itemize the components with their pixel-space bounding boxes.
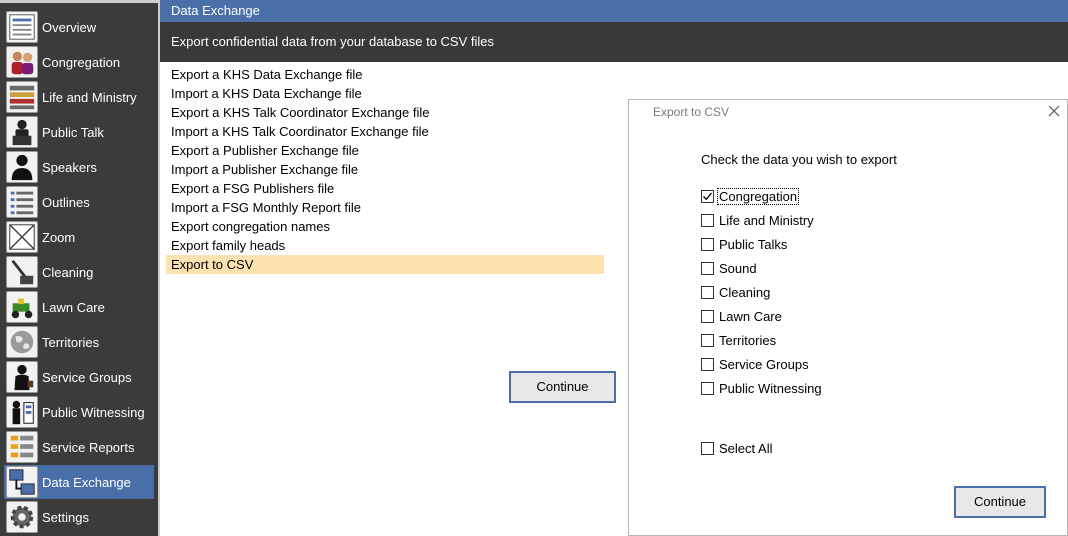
data-exchange-icon bbox=[6, 466, 38, 498]
checkbox-congregation[interactable]: Congregation bbox=[701, 187, 800, 205]
sidebar-item-label: Settings bbox=[42, 509, 89, 525]
checkbox-sound[interactable]: Sound bbox=[701, 259, 758, 277]
task-export-congregation-names[interactable]: Export congregation names bbox=[166, 217, 604, 236]
public-witnessing-icon bbox=[6, 396, 38, 428]
checkbox-label: Public Witnessing bbox=[719, 380, 822, 396]
task-export-fsg-publishers[interactable]: Export a FSG Publishers file bbox=[166, 179, 604, 198]
checkbox-service-groups[interactable]: Service Groups bbox=[701, 355, 810, 373]
checkbox-label: Service Groups bbox=[719, 356, 809, 372]
checkbox-box[interactable] bbox=[701, 237, 714, 251]
checkbox-box[interactable] bbox=[701, 333, 714, 347]
sidebar-item-label: Life and Ministry bbox=[42, 89, 137, 105]
sidebar-item-label: Territories bbox=[42, 334, 100, 350]
sidebar-item-label: Congregation bbox=[42, 54, 121, 70]
checkbox-label: Sound bbox=[719, 260, 757, 276]
sidebar-top-border bbox=[0, 0, 158, 3]
checkbox-box[interactable] bbox=[701, 285, 714, 299]
checkbox-public-talks[interactable]: Public Talks bbox=[701, 235, 788, 253]
checkbox-label: Cleaning bbox=[719, 284, 771, 300]
checkbox-box[interactable] bbox=[701, 261, 714, 275]
checkbox-cleaning[interactable]: Cleaning bbox=[701, 283, 771, 301]
sidebar-item-label: Speakers bbox=[42, 159, 97, 175]
checkbox-box[interactable] bbox=[701, 381, 714, 395]
sidebar-item-label: Public Talk bbox=[42, 124, 104, 140]
life-ministry-icon bbox=[6, 81, 38, 113]
sidebar-item-zoom[interactable]: Zoom bbox=[4, 220, 154, 254]
checkbox-label: Public Talks bbox=[719, 236, 788, 252]
sidebar-item-congregation[interactable]: Congregation bbox=[4, 45, 154, 79]
dialog-prompt: Check the data you wish to export bbox=[701, 152, 897, 167]
public-talk-icon bbox=[6, 116, 38, 148]
sidebar-item-cleaning[interactable]: Cleaning bbox=[4, 255, 154, 289]
page-subtitle: Export confidential data from your datab… bbox=[160, 22, 1068, 62]
dialog-continue-button[interactable]: Continue bbox=[954, 486, 1046, 518]
sidebar-item-service-reports[interactable]: Service Reports bbox=[4, 430, 154, 464]
task-import-khs-talk-coordinator[interactable]: Import a KHS Talk Coordinator Exchange f… bbox=[166, 122, 604, 141]
speakers-icon bbox=[6, 151, 38, 183]
zoom-icon bbox=[6, 221, 38, 253]
checkbox-box[interactable] bbox=[701, 213, 714, 227]
checkbox-life-and-ministry[interactable]: Life and Ministry bbox=[701, 211, 815, 229]
task-export-khs-talk-coordinator[interactable]: Export a KHS Talk Coordinator Exchange f… bbox=[166, 103, 604, 122]
settings-icon bbox=[6, 501, 38, 533]
sidebar-item-label: Overview bbox=[42, 19, 97, 35]
sidebar-item-public-talk[interactable]: Public Talk bbox=[4, 115, 154, 149]
task-import-fsg-monthly-report[interactable]: Import a FSG Monthly Report file bbox=[166, 198, 604, 217]
page-title: Data Exchange bbox=[160, 0, 1068, 22]
sidebar-item-service-groups[interactable]: Service Groups bbox=[4, 360, 154, 394]
sidebar-item-outlines[interactable]: Outlines bbox=[4, 185, 154, 219]
sidebar-item-label: Service Reports bbox=[42, 439, 135, 455]
task-export-family-heads[interactable]: Export family heads bbox=[166, 236, 604, 255]
sidebar-item-label: Zoom bbox=[42, 229, 76, 245]
sidebar-item-label: Outlines bbox=[42, 194, 90, 210]
task-import-publisher-exchange[interactable]: Import a Publisher Exchange file bbox=[166, 160, 604, 179]
checkbox-territories[interactable]: Territories bbox=[701, 331, 777, 349]
service-groups-icon bbox=[6, 361, 38, 393]
sidebar-item-lawn-care[interactable]: Lawn Care bbox=[4, 290, 154, 324]
task-export-publisher-exchange[interactable]: Export a Publisher Exchange file bbox=[166, 141, 604, 160]
sidebar-item-territories[interactable]: Territories bbox=[4, 325, 154, 359]
outlines-icon bbox=[6, 186, 38, 218]
task-export-to-csv[interactable]: Export to CSV bbox=[166, 255, 604, 274]
task-list: Export a KHS Data Exchange file Import a… bbox=[166, 65, 604, 274]
checkbox-box[interactable] bbox=[701, 357, 714, 371]
cleaning-icon bbox=[6, 256, 38, 288]
checkbox-box[interactable] bbox=[701, 309, 714, 323]
sidebar-item-label: Service Groups bbox=[42, 369, 132, 385]
sidebar-item-label: Data Exchange bbox=[42, 474, 131, 490]
dialog-title: Export to CSV bbox=[653, 105, 730, 119]
sidebar: Overview Congregation Life and Ministry … bbox=[0, 0, 160, 536]
overview-icon bbox=[6, 11, 38, 43]
checkbox-label: Congregation bbox=[716, 187, 800, 205]
checkbox-label: Life and Ministry bbox=[719, 212, 814, 228]
checkbox-lawn-care[interactable]: Lawn Care bbox=[701, 307, 783, 325]
checkbox-label: Territories bbox=[719, 332, 777, 348]
territories-icon bbox=[6, 326, 38, 358]
sidebar-item-settings[interactable]: Settings bbox=[4, 500, 154, 534]
checkbox-box[interactable] bbox=[701, 189, 714, 203]
export-csv-dialog: Export to CSV Check the data you wish to… bbox=[628, 99, 1068, 536]
checkbox-box[interactable] bbox=[701, 441, 714, 455]
continue-button[interactable]: Continue bbox=[509, 371, 616, 403]
checkbox-label: Lawn Care bbox=[719, 308, 782, 324]
sidebar-item-public-witnessing[interactable]: Public Witnessing bbox=[4, 395, 154, 429]
check-icon bbox=[703, 192, 713, 200]
sidebar-item-overview[interactable]: Overview bbox=[4, 10, 154, 44]
checkbox-public-witnessing[interactable]: Public Witnessing bbox=[701, 379, 823, 397]
checkbox-label: Select All bbox=[719, 440, 773, 456]
sidebar-item-label: Lawn Care bbox=[42, 299, 105, 315]
task-import-khs-data-exchange[interactable]: Import a KHS Data Exchange file bbox=[166, 84, 604, 103]
sidebar-item-label: Public Witnessing bbox=[42, 404, 145, 420]
lawn-care-icon bbox=[6, 291, 38, 323]
close-icon[interactable] bbox=[1047, 104, 1061, 118]
service-reports-icon bbox=[6, 431, 38, 463]
sidebar-item-speakers[interactable]: Speakers bbox=[4, 150, 154, 184]
task-export-khs-data-exchange[interactable]: Export a KHS Data Exchange file bbox=[166, 65, 604, 84]
sidebar-item-life-and-ministry[interactable]: Life and Ministry bbox=[4, 80, 154, 114]
sidebar-item-label: Cleaning bbox=[42, 264, 94, 280]
sidebar-item-data-exchange[interactable]: Data Exchange bbox=[4, 465, 154, 499]
checkbox-select-all[interactable]: Select All bbox=[701, 439, 773, 457]
congregation-icon bbox=[6, 46, 38, 78]
